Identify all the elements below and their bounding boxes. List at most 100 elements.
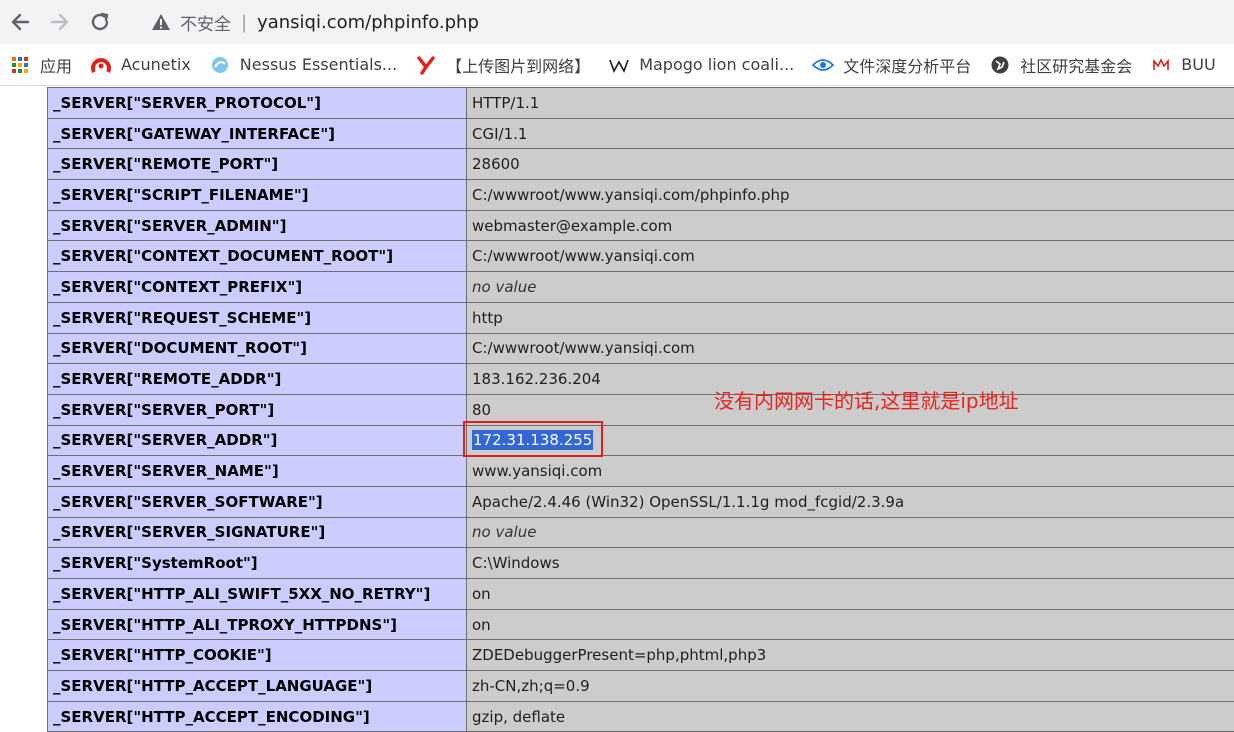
table-row: _SERVER["SystemRoot"] C:\Windows: [47, 547, 1234, 579]
variable-value-cell: C:/wwwroot/www.yansiqi.com: [466, 332, 1234, 365]
globe-icon: [989, 54, 1011, 76]
table-row: _SERVER["SERVER_ADMIN"] webmaster@example…: [47, 209, 1234, 242]
phpinfo-page: _SERVER["SERVER_PROTOCOL"] HTTP/1.1 _SERVE…: [0, 87, 1234, 732]
variable-value-cell: C:/wwwroot/www.yansiqi.com: [466, 240, 1234, 273]
wikipedia-w-icon: [608, 54, 630, 76]
variable-name-cell: _SERVER["SERVER_ADDR"]: [47, 424, 467, 457]
table-row: _SERVER["SERVER_PROTOCOL"] HTTP/1.1: [47, 87, 1234, 119]
bookmark-label: BUU: [1181, 55, 1216, 74]
variable-name-cell: _SERVER["HTTP_ACCEPT_LANGUAGE"]: [47, 670, 467, 702]
table-row: _SERVER["DOCUMENT_ROOT"] C:/wwwroot/www.y…: [47, 332, 1234, 365]
variable-value-cell: www.yansiqi.com: [466, 455, 1234, 487]
reload-icon: [91, 12, 109, 31]
bookmark-acunetix[interactable]: Acunetix: [81, 44, 200, 85]
bookmark-buu[interactable]: BUU: [1141, 44, 1224, 85]
table-row: _SERVER["HTTP_COOKIE"] ZDEDebuggerPresent…: [47, 639, 1234, 672]
variable-value-cell: on: [466, 608, 1234, 641]
bookmark-file-analysis[interactable]: 文件深度分析平台: [803, 44, 980, 85]
security-status-label[interactable]: 不安全: [180, 10, 231, 35]
variable-value-cell: HTTP/1.1: [466, 87, 1234, 119]
variable-value-cell: C:\Windows: [466, 547, 1234, 579]
variable-name-cell: _SERVER["CONTEXT_DOCUMENT_ROOT"]: [47, 240, 467, 273]
bookmark-label: 【上传图片到网络】: [446, 56, 591, 76]
table-row: _SERVER["SERVER_ADDR"] 172.31.138.255: [47, 424, 1234, 457]
variable-value-cell: webmaster@example.com: [466, 209, 1234, 242]
bookmark-nessus[interactable]: Nessus Essentials...: [200, 44, 406, 85]
reload-button[interactable]: [80, 2, 120, 42]
bookmark-label: Mapogo lion coali...: [639, 55, 795, 74]
variable-value-cell: C:/wwwroot/www.yansiqi.com/phpinfo.php: [466, 179, 1234, 211]
browser-toolbar: 不安全 | yansiqi.com/phpinfo.php: [0, 0, 1234, 44]
table-row: _SERVER["HTTP_ACCEPT_LANGUAGE"] zh-CN,zh;…: [47, 670, 1234, 702]
forward-button[interactable]: [40, 2, 80, 42]
table-row: _SERVER["SERVER_SIGNATURE"] no value: [47, 516, 1234, 549]
bookmark-label: 文件深度分析平台: [843, 56, 972, 76]
table-row: _SERVER["HTTP_ALI_TPROXY_HTTPDNS"] on: [47, 608, 1234, 641]
variable-name-cell: _SERVER["DOCUMENT_ROOT"]: [47, 332, 467, 365]
warning-triangle-icon[interactable]: [150, 11, 172, 33]
acunetix-icon: [90, 54, 112, 76]
url-text[interactable]: yansiqi.com/phpinfo.php: [257, 12, 479, 33]
annotation-text: 没有内网网卡的话,这里就是ip地址: [714, 389, 1019, 413]
variable-name-cell: _SERVER["SERVER_PROTOCOL"]: [47, 87, 467, 119]
table-row: _SERVER["SERVER_SOFTWARE"] Apache/2.4.46 …: [47, 485, 1234, 518]
bookmark-label: 应用: [40, 56, 73, 76]
variable-name-cell: _SERVER["CONTEXT_PREFIX"]: [47, 271, 467, 303]
variable-name-cell: _SERVER["HTTP_ACCEPT_ENCODING"]: [47, 700, 467, 732]
variable-value-cell: on: [466, 578, 1234, 610]
eye-icon: [812, 54, 835, 76]
table-row: _SERVER["SCRIPT_FILENAME"] C:/wwwroot/www…: [47, 179, 1234, 211]
nessus-icon: [209, 54, 231, 76]
table-row: _SERVER["REQUEST_SCHEME"] http: [47, 301, 1234, 334]
variable-name-cell: _SERVER["SCRIPT_FILENAME"]: [47, 179, 467, 211]
variable-name-cell: _SERVER["HTTP_ALI_TPROXY_HTTPDNS"]: [47, 608, 467, 641]
table-row: _SERVER["GATEWAY_INTERFACE"] CGI/1.1: [47, 117, 1234, 150]
variable-name-cell: _SERVER["HTTP_COOKIE"]: [47, 639, 467, 672]
address-bar[interactable]: 不安全 | yansiqi.com/phpinfo.php: [140, 4, 1234, 40]
bookmark-apps[interactable]: 应用: [0, 44, 81, 85]
table-row: _SERVER["SERVER_NAME"] www.yansiqi.com: [47, 455, 1234, 487]
back-arrow-icon: [11, 13, 30, 31]
variable-name-cell: _SERVER["REMOTE_PORT"]: [47, 148, 467, 181]
variable-name-cell: _SERVER["GATEWAY_INTERFACE"]: [47, 117, 467, 150]
server-addr-highlight-box: [463, 421, 603, 457]
bookmark-community-fund[interactable]: 社区研究基金会: [980, 44, 1141, 85]
bookmarks-bar: 应用 Acunetix Nessus Essentials... 【上传图片到网…: [0, 44, 1234, 86]
variable-value-cell: CGI/1.1: [466, 117, 1234, 150]
variable-value-cell: http: [466, 301, 1234, 334]
table-row: _SERVER["REMOTE_PORT"] 28600: [47, 148, 1234, 181]
variable-value-cell: Apache/2.4.46 (Win32) OpenSSL/1.1.1g mod…: [466, 485, 1234, 518]
table-row: _SERVER["HTTP_ACCEPT_ENCODING"] gzip, def…: [47, 700, 1234, 732]
variable-value-cell: zh-CN,zh;q=0.9: [466, 670, 1234, 702]
variable-name-cell: _SERVER["SERVER_PORT"]: [47, 393, 467, 426]
variable-value-cell: 28600: [466, 148, 1234, 181]
bookmark-label: Nessus Essentials...: [239, 55, 398, 74]
variable-name-cell: _SERVER["REMOTE_ADDR"]: [47, 363, 467, 395]
variable-name-cell: _SERVER["SystemRoot"]: [47, 547, 467, 579]
omnibox-separator: |: [241, 11, 248, 33]
variable-name-cell: _SERVER["SERVER_ADMIN"]: [47, 209, 467, 242]
variable-value-cell: no value: [466, 516, 1234, 549]
variable-value-cell: ZDEDebuggerPresent=php,phtml,php3: [466, 639, 1234, 672]
table-row: _SERVER["CONTEXT_PREFIX"] no value: [47, 271, 1234, 303]
bookmark-label: 社区研究基金会: [1020, 56, 1133, 76]
variable-value-cell: gzip, deflate: [466, 700, 1234, 732]
table-row: _SERVER["SERVER_PORT"] 80: [47, 393, 1234, 426]
apps-grid-icon: [9, 54, 31, 76]
forward-arrow-icon: [50, 13, 69, 31]
buu-icon: [1150, 54, 1172, 76]
server-variables-table: _SERVER["SERVER_PROTOCOL"] HTTP/1.1 _SERVE…: [47, 87, 1234, 732]
bookmark-upload-image[interactable]: 【上传图片到网络】: [406, 44, 599, 85]
variable-value-cell: no value: [466, 271, 1234, 303]
bookmark-mapogo[interactable]: Mapogo lion coali...: [599, 44, 803, 85]
variable-name-cell: _SERVER["SERVER_NAME"]: [47, 455, 467, 487]
variable-name-cell: _SERVER["SERVER_SOFTWARE"]: [47, 485, 467, 518]
table-row: _SERVER["HTTP_ALI_SWIFT_5XX_NO_RETRY"] on: [47, 578, 1234, 610]
y-logo-icon: [415, 54, 437, 76]
table-row: _SERVER["REMOTE_ADDR"] 183.162.236.204: [47, 363, 1234, 395]
table-row: _SERVER["CONTEXT_DOCUMENT_ROOT"] C:/wwwro…: [47, 240, 1234, 273]
bookmark-label: Acunetix: [121, 55, 191, 74]
variable-name-cell: _SERVER["SERVER_SIGNATURE"]: [47, 516, 467, 549]
variable-name-cell: _SERVER["HTTP_ALI_SWIFT_5XX_NO_RETRY"]: [47, 578, 467, 610]
back-button[interactable]: [0, 2, 40, 42]
